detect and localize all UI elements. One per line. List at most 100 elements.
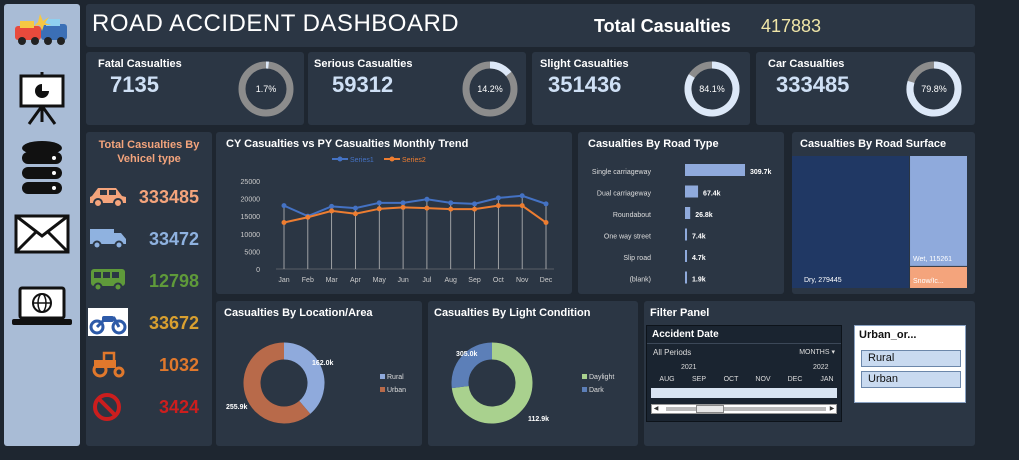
treemap-cell-wet bbox=[910, 156, 967, 266]
x-tick-label: Oct bbox=[493, 277, 504, 284]
monthly-trend-chart: 0 5000 10000 15000 20000 25000 Jan Feb Mar Apr May… bbox=[241, 156, 554, 284]
x-tick-label: Jun bbox=[397, 277, 408, 284]
x-tick-label: Jul bbox=[422, 277, 431, 284]
kpi-donut: 79.8% bbox=[906, 61, 962, 117]
series-point bbox=[329, 203, 335, 209]
scroll-right-icon[interactable]: ▶ bbox=[828, 405, 836, 413]
presentation-icon[interactable] bbox=[4, 72, 80, 126]
scroll-thumb[interactable] bbox=[696, 405, 724, 413]
kpi-card-slight: Slight Casualties 351436 84.1% bbox=[532, 52, 750, 125]
scroll-track bbox=[666, 407, 826, 411]
x-tick-label: Sep bbox=[468, 277, 481, 284]
series-point bbox=[424, 196, 430, 202]
x-tick-label: Aug bbox=[444, 277, 457, 284]
slicer-item-urban[interactable]: Urban bbox=[861, 371, 961, 388]
bar-value-label: 7.4k bbox=[692, 234, 706, 241]
bar bbox=[685, 250, 687, 262]
y-tick-label: 25000 bbox=[241, 179, 261, 186]
bar-value-label: 67.4k bbox=[703, 191, 721, 198]
timeline-months: AUG SEP OCT NOV DEC JAN bbox=[651, 376, 837, 386]
bar-category-label: Dual carriageway bbox=[597, 191, 652, 198]
light-donut-chart: 305.0k 112.9k Daylight Dark bbox=[451, 342, 614, 424]
series-point bbox=[495, 195, 501, 201]
bar-category-label: One way street bbox=[604, 234, 651, 241]
donut-value-label: 162.0k bbox=[312, 360, 334, 367]
scroll-left-icon[interactable]: ◀ bbox=[652, 405, 660, 413]
legend-swatch bbox=[582, 387, 587, 392]
timeline-header: Accident Date bbox=[647, 326, 841, 344]
vehicle-value: 33472 bbox=[148, 229, 199, 249]
timeline-month[interactable]: DEC bbox=[779, 376, 811, 383]
total-casualties-value: 417883 bbox=[761, 16, 822, 36]
treemap-label: Wet, 115261 bbox=[913, 256, 952, 263]
bar-value-label: 309.7k bbox=[750, 169, 772, 176]
series-point bbox=[281, 203, 287, 209]
filter-panel-title: Filter Panel bbox=[650, 307, 710, 319]
bar bbox=[685, 164, 745, 176]
series-point bbox=[472, 206, 478, 212]
legend-label: Urban bbox=[387, 387, 406, 394]
bar bbox=[685, 185, 699, 198]
motorcycle-icon bbox=[88, 308, 128, 341]
series-point bbox=[448, 200, 454, 206]
vehicle-type-title: Total Casualties By Vehicel type bbox=[98, 139, 200, 165]
location-panel: Casualties By Location/Area 162.0k 255.9k… bbox=[216, 301, 422, 446]
timeline-scrollbar[interactable]: ◀ ▶ bbox=[651, 404, 837, 414]
legend-marker bbox=[337, 156, 343, 162]
vehicle-value: 33672 bbox=[148, 313, 199, 333]
series-point bbox=[543, 220, 549, 226]
x-tick-label: Feb bbox=[302, 277, 314, 284]
database-icon[interactable] bbox=[4, 140, 80, 196]
bar-category-label: Single carriageway bbox=[592, 169, 652, 176]
vehicle-value: 3424 bbox=[158, 397, 199, 417]
x-tick-label: Dec bbox=[540, 277, 553, 284]
kpi-label: Serious Casualties bbox=[314, 58, 413, 70]
timeline-month[interactable]: SEP bbox=[683, 376, 715, 383]
tractor-icon bbox=[88, 350, 128, 383]
timeline-bar[interactable] bbox=[651, 388, 837, 398]
y-tick-label: 0 bbox=[256, 267, 260, 274]
series-point bbox=[448, 206, 454, 212]
road-type-chart: Single carriageway 309.7k Dual carriageway… bbox=[592, 164, 772, 284]
total-casualties-label: Total Casualties bbox=[594, 16, 731, 36]
series-line-2 bbox=[283, 204, 547, 224]
accident-date-timeline[interactable]: Accident Date All Periods MONTHS ▾ 2021 … bbox=[646, 325, 842, 422]
kpi-label: Slight Casualties bbox=[540, 58, 629, 70]
bar-value-label: 4.7k bbox=[692, 255, 706, 262]
kpi-label: Fatal Casualties bbox=[98, 58, 182, 70]
legend-label: Dark bbox=[589, 387, 604, 394]
vehicle-row: 333485 bbox=[86, 182, 213, 212]
timeline-month[interactable]: JAN bbox=[811, 376, 843, 383]
timeline-month[interactable]: NOV bbox=[747, 376, 779, 383]
bar bbox=[685, 207, 691, 219]
timeline-month[interactable]: OCT bbox=[715, 376, 747, 383]
series-point bbox=[472, 201, 478, 207]
bar-category-label: Roundabout bbox=[613, 212, 651, 219]
kpi-donut: 1.7% bbox=[238, 61, 294, 117]
all-periods-label: All Periods bbox=[653, 348, 692, 357]
months-dropdown[interactable]: MONTHS ▾ bbox=[799, 348, 835, 356]
bar bbox=[685, 228, 687, 241]
bar-category-label: Slip road bbox=[623, 255, 651, 262]
slicer-item-rural[interactable]: Rural bbox=[861, 350, 961, 367]
vehicle-value: 12798 bbox=[148, 271, 199, 291]
kpi-value: 7135 bbox=[110, 72, 159, 97]
vehicle-row: 1032 bbox=[86, 350, 213, 380]
x-tick-label: Jan bbox=[278, 277, 289, 284]
laptop-web-icon[interactable] bbox=[4, 286, 80, 328]
kpi-value: 351436 bbox=[548, 72, 622, 97]
series-point bbox=[495, 203, 501, 209]
filter-panel: Filter Panel Accident Date All Periods M… bbox=[644, 301, 975, 446]
kpi-value: 59312 bbox=[332, 72, 394, 97]
mail-icon[interactable] bbox=[4, 214, 80, 254]
vehicle-row: 33472 bbox=[86, 224, 213, 254]
timeline-month[interactable]: AUG bbox=[651, 376, 683, 383]
series-point bbox=[424, 205, 430, 211]
treemap-label: Snow/Ic... bbox=[913, 278, 944, 285]
y-tick-label: 5000 bbox=[244, 249, 260, 256]
kpi-donut: 84.1% bbox=[684, 61, 740, 117]
no-entry-icon bbox=[92, 392, 122, 427]
bus-icon bbox=[88, 266, 128, 297]
kpi-donut-label: 79.8% bbox=[921, 84, 947, 94]
kpi-card-serious: Serious Casualties 59312 14.2% bbox=[308, 52, 526, 125]
